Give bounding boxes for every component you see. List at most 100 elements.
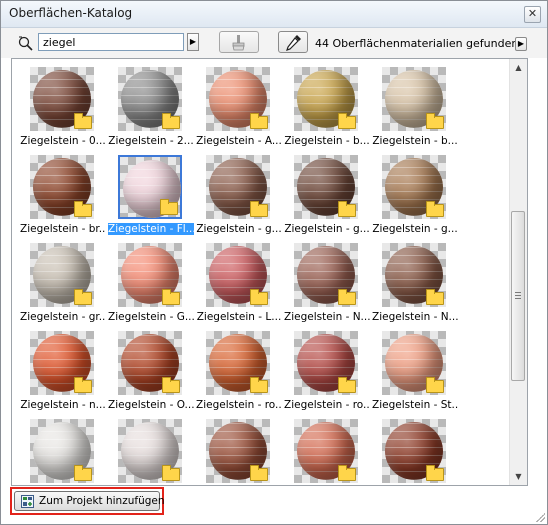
surface-item-label: Ziegelstein - St... [372, 399, 458, 411]
surface-item[interactable]: Ziegelstein - St... [372, 325, 462, 415]
surface-item[interactable]: Ziegelstein - g... [372, 149, 462, 239]
surface-item[interactable]: Ziegelstein - b... [372, 61, 462, 151]
scroll-grip [515, 292, 521, 299]
surface-thumbnail [30, 67, 94, 131]
title-bar: Oberflächen-Katalog ✕ [1, 1, 547, 28]
surface-item-label: Ziegelstein - b... [284, 135, 370, 147]
folder-icon [160, 199, 178, 215]
surface-thumbnail [382, 243, 446, 307]
surface-thumbnail [382, 331, 446, 395]
surface-item[interactable] [110, 413, 198, 485]
folder-icon [162, 289, 180, 305]
folder-icon [74, 201, 92, 217]
thumbnail-grid: Ziegelstein - 0... Ziegelstein - 2... Zieg… [12, 59, 509, 485]
surface-item[interactable]: Ziegelstein - L... [196, 237, 286, 327]
surface-item[interactable]: Ziegelstein - g... [196, 149, 286, 239]
surface-thumbnail [382, 155, 446, 219]
surface-item[interactable] [22, 413, 110, 485]
folder-icon [74, 113, 92, 129]
window-title: Oberflächen-Katalog [9, 6, 133, 20]
options-menu-arrow[interactable]: ▶ [515, 37, 527, 51]
eyedropper-icon [286, 35, 301, 51]
scroll-down-arrow[interactable]: ▼ [510, 468, 527, 485]
surface-thumbnail [30, 331, 94, 395]
surface-item[interactable]: Ziegelstein - ro... [196, 325, 286, 415]
surface-thumbnail [294, 67, 358, 131]
folder-icon [162, 377, 180, 393]
surface-item[interactable]: Ziegelstein - 0... [20, 61, 110, 151]
surface-thumbnail [30, 419, 94, 483]
surface-item[interactable] [286, 413, 374, 485]
folder-icon [162, 465, 180, 481]
folder-icon [338, 289, 356, 305]
surface-thumbnail [294, 331, 358, 395]
surface-item-label: Ziegelstein - br... [20, 223, 106, 235]
surface-item-label: Ziegelstein - b... [372, 135, 458, 147]
add-to-project-button[interactable]: Zum Projekt hinzufügen [14, 491, 165, 511]
surface-item[interactable]: Ziegelstein - gr... [20, 237, 110, 327]
surface-item-label: Ziegelstein - gr... [20, 311, 106, 323]
scroll-up-arrow[interactable]: ▲ [510, 59, 527, 76]
close-button[interactable]: ✕ [524, 6, 541, 23]
folder-icon [250, 465, 268, 481]
toolbar: ▶ 44 Oberflächenmaterialien gefunden ▶ [1, 28, 547, 58]
surface-catalog-window: Oberflächen-Katalog ✕ ▶ 44 Oberflächenma… [0, 0, 548, 525]
folder-icon [338, 465, 356, 481]
surface-thumbnail [294, 155, 358, 219]
surface-item-label: Ziegelstein - N... [372, 311, 458, 323]
surface-item-label: Ziegelstein - L... [196, 311, 282, 323]
filter-icon[interactable] [17, 36, 35, 52]
surface-item[interactable]: Ziegelstein - br... [20, 149, 110, 239]
surface-item[interactable]: Ziegelstein - N... [284, 237, 374, 327]
surface-item[interactable]: Ziegelstein - Fl... [108, 149, 198, 239]
vertical-scrollbar[interactable]: ▲ ▼ [509, 59, 527, 485]
surface-thumbnail [382, 67, 446, 131]
folder-icon [162, 113, 180, 129]
folder-icon [338, 201, 356, 217]
surface-item[interactable]: Ziegelstein - O... [108, 325, 198, 415]
surface-item-label: Ziegelstein - ro... [196, 399, 282, 411]
surface-item[interactable] [374, 413, 462, 485]
surface-item-label: Ziegelstein - G... [108, 311, 194, 323]
folder-icon [426, 465, 444, 481]
surface-item-label: Ziegelstein - ro... [284, 399, 370, 411]
clear-filter-button[interactable] [219, 31, 259, 53]
surface-item[interactable]: Ziegelstein - g... [284, 149, 374, 239]
surface-thumbnail [206, 67, 270, 131]
surface-item[interactable]: Ziegelstein - 2... [108, 61, 198, 151]
surface-thumbnail [206, 243, 270, 307]
surface-item-label: Ziegelstein - Fl... [108, 223, 194, 235]
folder-icon [74, 377, 92, 393]
add-button-highlight: Zum Projekt hinzufügen [10, 487, 165, 515]
folder-icon [250, 201, 268, 217]
scroll-thumb[interactable] [511, 211, 525, 381]
surface-item[interactable] [198, 413, 286, 485]
surface-thumbnail [118, 419, 182, 483]
folder-icon [74, 289, 92, 305]
surface-item-label: Ziegelstein - 0... [20, 135, 106, 147]
search-input[interactable] [38, 33, 184, 51]
surface-item[interactable]: Ziegelstein - N... [372, 237, 462, 327]
folder-icon [426, 201, 444, 217]
surface-item[interactable]: Ziegelstein - ro... [284, 325, 374, 415]
surface-item[interactable]: Ziegelstein - n... [20, 325, 110, 415]
resize-grip[interactable] [535, 512, 545, 522]
surface-thumbnail [206, 419, 270, 483]
folder-icon [74, 465, 92, 481]
surface-thumbnail [118, 331, 182, 395]
surface-item-label: Ziegelstein - g... [196, 223, 282, 235]
surface-thumbnail [294, 419, 358, 483]
search-options-arrow[interactable]: ▶ [187, 33, 199, 51]
surface-item[interactable]: Ziegelstein - A... [196, 61, 286, 151]
eyedropper-button[interactable] [278, 31, 308, 53]
surface-thumbnail [118, 67, 182, 131]
add-to-project-label: Zum Projekt hinzufügen [39, 495, 165, 507]
surface-item-label: Ziegelstein - n... [20, 399, 106, 411]
surface-thumbnail [30, 155, 94, 219]
surface-item-label: Ziegelstein - 2... [108, 135, 194, 147]
surface-thumbnail [294, 243, 358, 307]
surface-item[interactable]: Ziegelstein - G... [108, 237, 198, 327]
surface-item[interactable]: Ziegelstein - b... [284, 61, 374, 151]
folder-icon [426, 377, 444, 393]
surface-thumbnail [118, 155, 182, 219]
